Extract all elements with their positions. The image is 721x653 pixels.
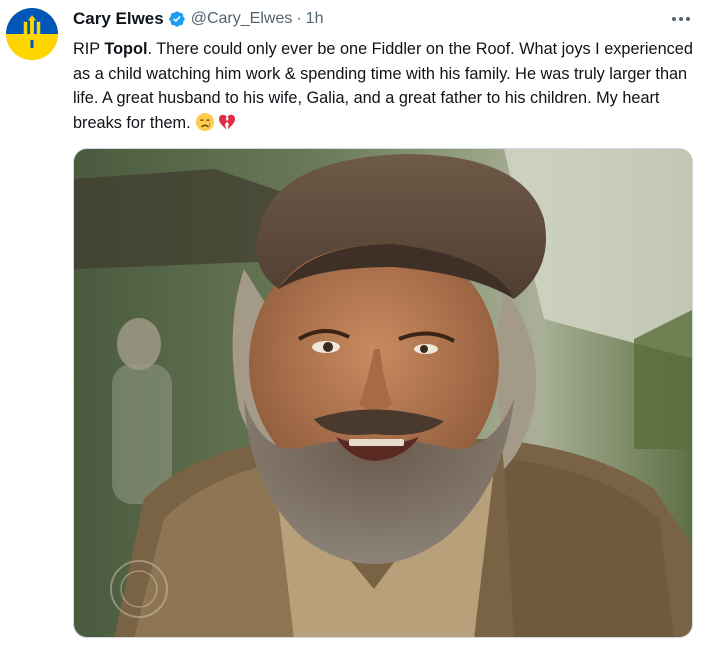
tweet-text: RIP Topol. There could only ever be one …: [73, 37, 698, 135]
tweet-text-bold-name: Topol: [104, 40, 148, 58]
tweet-text-rest: . There could only ever be one Fiddler o…: [73, 40, 693, 132]
tweet-text-prefix: RIP: [73, 40, 105, 58]
display-name[interactable]: Cary Elwes: [73, 9, 164, 29]
verified-badge-icon: [168, 10, 186, 28]
more-horizontal-icon: [672, 17, 690, 21]
bearded-man-in-flat-cap-photo-icon: [74, 149, 692, 637]
tweet-photo[interactable]: [73, 148, 693, 638]
crying-face-emoji-icon: [195, 112, 215, 132]
tweet-card[interactable]: Cary Elwes @Cary_Elwes · 1h RIP Topol. T…: [0, 0, 721, 653]
broken-heart-emoji-icon: [217, 112, 237, 132]
avatar[interactable]: [6, 8, 58, 60]
tweet-header: Cary Elwes @Cary_Elwes · 1h: [73, 8, 323, 30]
handle[interactable]: @Cary_Elwes: [191, 10, 293, 28]
ukraine-flag-trident-avatar-icon: [6, 8, 58, 60]
timestamp[interactable]: 1h: [306, 10, 324, 28]
more-options-button[interactable]: [666, 8, 696, 30]
separator-dot: ·: [296, 10, 302, 27]
